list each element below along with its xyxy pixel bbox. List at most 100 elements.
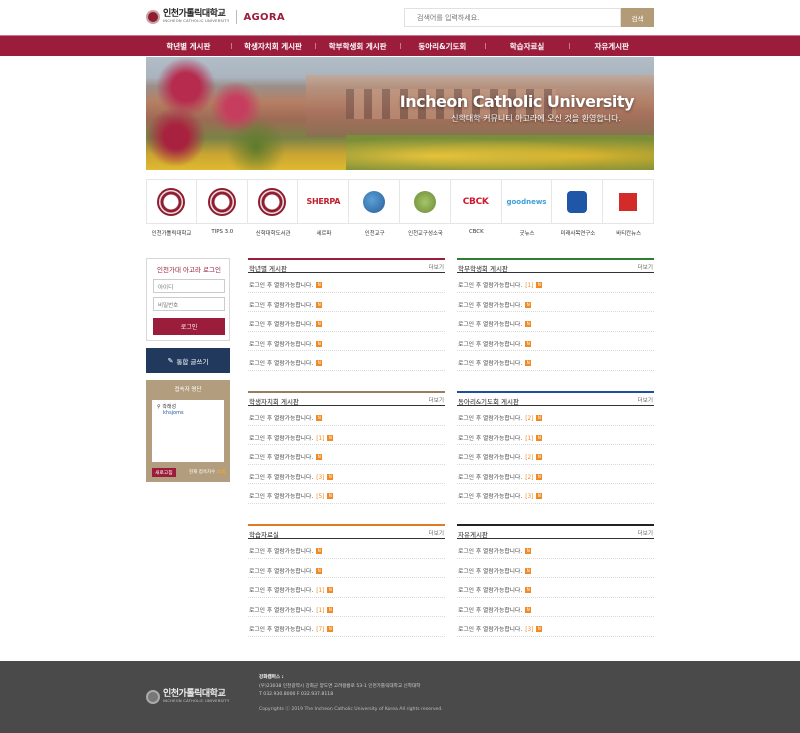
- comment-count: [1]: [525, 283, 534, 289]
- footer-logo-english: INCHEON CATHOLIC UNIVERSITY: [163, 699, 230, 704]
- link-vocation[interactable]: 인천교구성소국: [399, 179, 451, 239]
- comment-count: [1]: [316, 607, 325, 614]
- link-mission-institute[interactable]: 미래사목연구소: [552, 179, 604, 239]
- search-bar: 검색: [404, 8, 654, 27]
- board-header: 학습자료실 더보기: [248, 524, 445, 539]
- board-title[interactable]: 동아리&기도회 게시판: [458, 396, 519, 406]
- university-logo[interactable]: 인천가톨릭대학교 INCHEON CATHOLIC UNIVERSITY AGO…: [146, 7, 285, 27]
- board-more-link[interactable]: 더보기: [638, 396, 653, 404]
- nav-study-materials[interactable]: 학습자료실: [484, 36, 570, 56]
- post-item[interactable]: 로그인 후 열람가능합니다. N: [457, 293, 654, 312]
- post-title: 로그인 후 열람가능합니다.: [249, 588, 314, 594]
- post-item[interactable]: 로그인 후 열람가능합니다. [2] N: [457, 406, 654, 426]
- post-item[interactable]: 로그인 후 열람가능합니다. [5] N: [248, 484, 445, 504]
- post-title: 로그인 후 열람가능합니다.: [458, 568, 523, 575]
- link-vatican-news[interactable]: 바티칸뉴스: [603, 179, 654, 239]
- link-cbck[interactable]: CBCK CBCK: [450, 179, 502, 239]
- diocese-globe-icon: [363, 190, 386, 213]
- board-more-link[interactable]: 더보기: [429, 396, 444, 404]
- post-item[interactable]: 로그인 후 열람가능합니다. N: [457, 332, 654, 351]
- board-more-link[interactable]: 더보기: [429, 263, 444, 271]
- online-user: khsjoms: [163, 410, 184, 416]
- post-item[interactable]: 로그인 후 열람가능합니다. N: [248, 273, 445, 293]
- university-emblem-icon: [157, 187, 186, 216]
- link-university[interactable]: 인천가톨릭대학교: [146, 179, 197, 239]
- link-tips[interactable]: TIPS 3.0: [196, 179, 248, 239]
- post-item[interactable]: 로그인 후 열람가능합니다. N: [457, 598, 654, 617]
- post-title: 로그인 후 열람가능합니다.: [458, 627, 523, 633]
- footer-logo-korean: 인천가톨릭대학교: [163, 689, 226, 700]
- post-item[interactable]: 로그인 후 열람가능합니다. [1] N: [248, 426, 445, 445]
- footer-copyright: Copyrights ⓒ 2019 The Incheon Catholic U…: [259, 707, 443, 712]
- post-item[interactable]: 로그인 후 열람가능합니다. N: [248, 351, 445, 371]
- write-post-label: 통합 글쓰기: [176, 357, 209, 366]
- post-item[interactable]: 로그인 후 열람가능합니다. [3] N: [248, 465, 445, 484]
- board-title[interactable]: 학년별 게시판: [249, 263, 287, 273]
- board-more-link[interactable]: 더보기: [429, 529, 444, 537]
- post-item[interactable]: 로그인 후 열람가능합니다. [7] N: [248, 617, 445, 637]
- post-item[interactable]: 로그인 후 열람가능합니다. N: [248, 539, 445, 559]
- board-title[interactable]: 학부학생회 게시판: [458, 263, 508, 273]
- new-badge-icon: N: [316, 454, 323, 460]
- new-badge-icon: N: [525, 548, 532, 554]
- site-name: AGORA: [243, 11, 285, 23]
- logo-english: INCHEON CATHOLIC UNIVERSITY: [163, 19, 230, 24]
- board-title[interactable]: 학생자치회 게시판: [249, 396, 299, 406]
- board-more-link[interactable]: 더보기: [638, 529, 653, 537]
- footer-logo: 인천가톨릭대학교 INCHEON CATHOLIC UNIVERSITY: [146, 690, 229, 704]
- post-item[interactable]: 로그인 후 열람가능합니다. N: [248, 293, 445, 312]
- post-item[interactable]: 로그인 후 열람가능합니다. N: [248, 559, 445, 578]
- comment-count: [3]: [316, 474, 325, 481]
- password-field[interactable]: [153, 297, 225, 311]
- post-item[interactable]: 로그인 후 열람가능합니다. [1] N: [248, 598, 445, 617]
- board-title[interactable]: 학습자료실: [249, 529, 279, 539]
- nav-student-council-board[interactable]: 학생자치회 게시판: [230, 36, 316, 56]
- write-post-button[interactable]: ✎ 통합 글쓰기: [146, 348, 230, 373]
- nav-free-board[interactable]: 자유게시판: [569, 36, 654, 56]
- new-badge-icon: N: [327, 493, 334, 499]
- post-item[interactable]: 로그인 후 열람가능합니다. [1] N: [457, 273, 654, 293]
- board-header: 학년별 게시판 더보기: [248, 258, 445, 273]
- post-item[interactable]: 로그인 후 열람가능합니다. [1] N: [248, 578, 445, 598]
- mission-institute-icon: [567, 190, 588, 213]
- post-item[interactable]: 로그인 후 열람가능합니다. [2] N: [457, 445, 654, 465]
- post-title: 로그인 후 열람가능합니다.: [458, 607, 523, 614]
- link-diocese[interactable]: 인천교구: [349, 179, 400, 239]
- post-item[interactable]: 로그인 후 열람가능합니다. [3] N: [457, 484, 654, 504]
- new-badge-icon: N: [536, 415, 543, 421]
- post-item[interactable]: 로그인 후 열람가능합니다. [2] N: [457, 465, 654, 484]
- username-field[interactable]: [153, 279, 225, 293]
- post-item[interactable]: 로그인 후 열람가능합니다. N: [457, 312, 654, 332]
- nav-grade-board[interactable]: 학년별 게시판: [146, 36, 231, 56]
- post-item[interactable]: 로그인 후 열람가능합니다. [3] N: [457, 617, 654, 637]
- cbck-logo: CBCK: [462, 196, 489, 207]
- board-free: 자유게시판 더보기 로그인 후 열람가능합니다. N 로그인 후 열람가능합니다. N 로그…: [457, 524, 654, 637]
- online-users-panel: 접속자 명단 ⚲ 곽래성 khsjoms 새로고침 현재 접속자수 :1명: [146, 380, 230, 482]
- post-item[interactable]: 로그인 후 열람가능합니다. N: [457, 539, 654, 559]
- refresh-button[interactable]: 새로고침: [152, 468, 176, 477]
- link-library[interactable]: 신학대학도서관: [247, 179, 299, 239]
- post-item[interactable]: 로그인 후 열람가능합니다. N: [457, 351, 654, 371]
- new-badge-icon: N: [525, 567, 532, 574]
- nav-undergrad-council-board[interactable]: 학부학생회 게시판: [315, 36, 400, 56]
- post-item[interactable]: 로그인 후 열람가능합니다. N: [248, 445, 445, 465]
- post-item[interactable]: 로그인 후 열람가능합니다. N: [248, 312, 445, 332]
- link-goodnews[interactable]: goodnews 굿뉴스: [501, 179, 553, 239]
- new-badge-icon: N: [536, 493, 543, 499]
- header: 인천가톨릭대학교 INCHEON CATHOLIC UNIVERSITY AGO…: [0, 0, 800, 34]
- post-item[interactable]: 로그인 후 열람가능합니다. N: [457, 559, 654, 578]
- search-button[interactable]: 검색: [621, 8, 654, 27]
- nav-club-prayer[interactable]: 동아리&기도회: [400, 36, 485, 56]
- board-more-link[interactable]: 더보기: [638, 263, 653, 271]
- post-item[interactable]: 로그인 후 열람가능합니다. N: [248, 332, 445, 351]
- post-item[interactable]: 로그인 후 열람가능합니다. N: [457, 578, 654, 598]
- post-title: 로그인 후 열람가능합니다.: [458, 435, 523, 442]
- post-item[interactable]: 로그인 후 열람가능합니다. [1] N: [457, 426, 654, 445]
- link-sherpa[interactable]: SHERPA 세르파: [298, 179, 350, 239]
- post-item[interactable]: 로그인 후 열람가능합니다. N: [248, 406, 445, 426]
- login-button[interactable]: 로그인: [153, 318, 225, 335]
- post-title: 로그인 후 열람가능합니다.: [458, 302, 523, 309]
- post-title: 로그인 후 열람가능합니다.: [249, 474, 314, 481]
- board-title[interactable]: 자유게시판: [458, 529, 488, 539]
- search-input[interactable]: [404, 8, 621, 27]
